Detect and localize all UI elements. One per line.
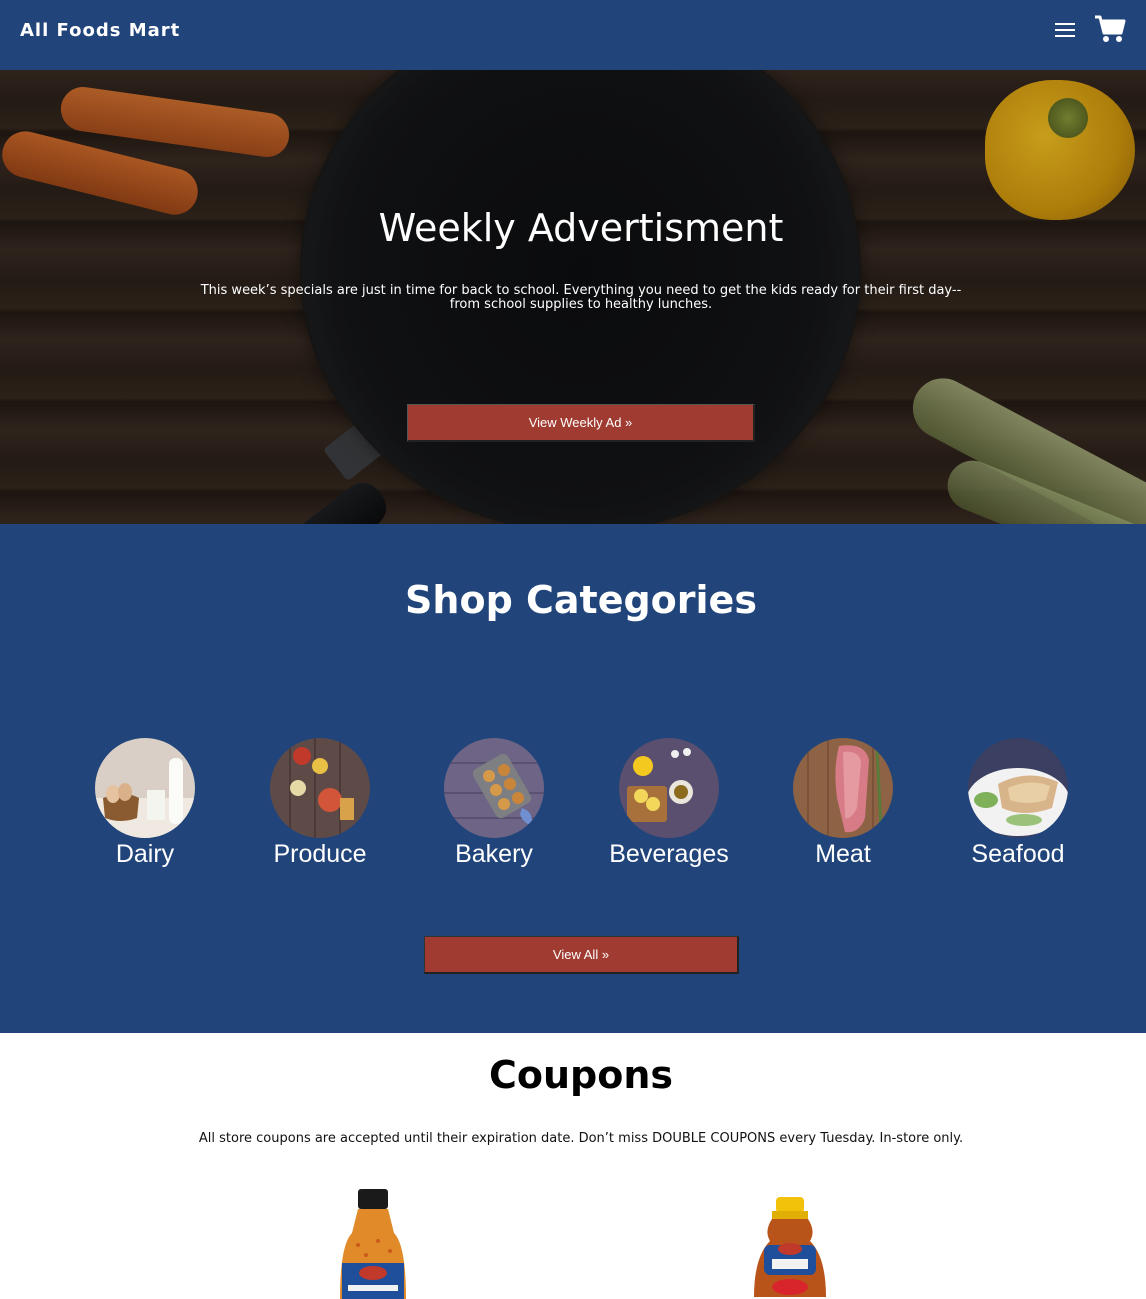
seafood-image[interactable] xyxy=(968,738,1068,838)
meat-image[interactable] xyxy=(793,738,893,838)
category-label: Bakery xyxy=(455,840,533,868)
categories-title: Shop Categories xyxy=(405,578,757,622)
category-bakery[interactable]: Bakery xyxy=(419,738,569,869)
category-label: Dairy xyxy=(115,840,175,868)
coupons-title: Coupons xyxy=(488,1053,674,1097)
category-dairy[interactable]: Dairy xyxy=(70,738,220,869)
view-weekly-ad-button[interactable]: View Weekly Ad » xyxy=(407,404,755,442)
hero-banner: Weekly Advertisment This week’s specials… xyxy=(0,70,1146,524)
category-label: Seafood xyxy=(971,840,1065,868)
hamburger-menu-icon[interactable] xyxy=(1055,22,1075,38)
shop-categories-section: Shop Categories Dairy Produce Bakery Bev… xyxy=(0,524,1146,1033)
category-label: Beverages xyxy=(609,840,729,868)
hero-description: This week’s specials are just in time fo… xyxy=(200,283,962,312)
coupons-section: Coupons All store coupons are accepted u… xyxy=(0,1033,1146,1299)
hero-title: Weekly Advertisment xyxy=(378,206,784,250)
category-label: Produce xyxy=(273,840,367,868)
category-seafood[interactable]: Seafood xyxy=(943,738,1093,869)
honey-bottle-image[interactable] xyxy=(750,1197,830,1297)
produce-image[interactable] xyxy=(270,738,370,838)
category-produce[interactable]: Produce xyxy=(245,738,395,869)
category-label: Meat xyxy=(815,840,871,868)
category-beverages[interactable]: Beverages xyxy=(594,738,744,869)
beverages-image[interactable] xyxy=(619,738,719,838)
coupons-description: All store coupons are accepted until the… xyxy=(198,1131,964,1146)
bakery-image[interactable] xyxy=(444,738,544,838)
navbar: All Foods Mart xyxy=(0,0,1146,70)
category-meat[interactable]: Meat xyxy=(768,738,918,869)
brand-logo[interactable]: All Foods Mart xyxy=(20,20,180,41)
shopping-cart-icon[interactable] xyxy=(1094,14,1126,44)
dairy-image[interactable] xyxy=(95,738,195,838)
view-all-categories-button[interactable]: View All » xyxy=(424,936,739,974)
italian-dressing-bottle-image[interactable] xyxy=(338,1189,408,1299)
